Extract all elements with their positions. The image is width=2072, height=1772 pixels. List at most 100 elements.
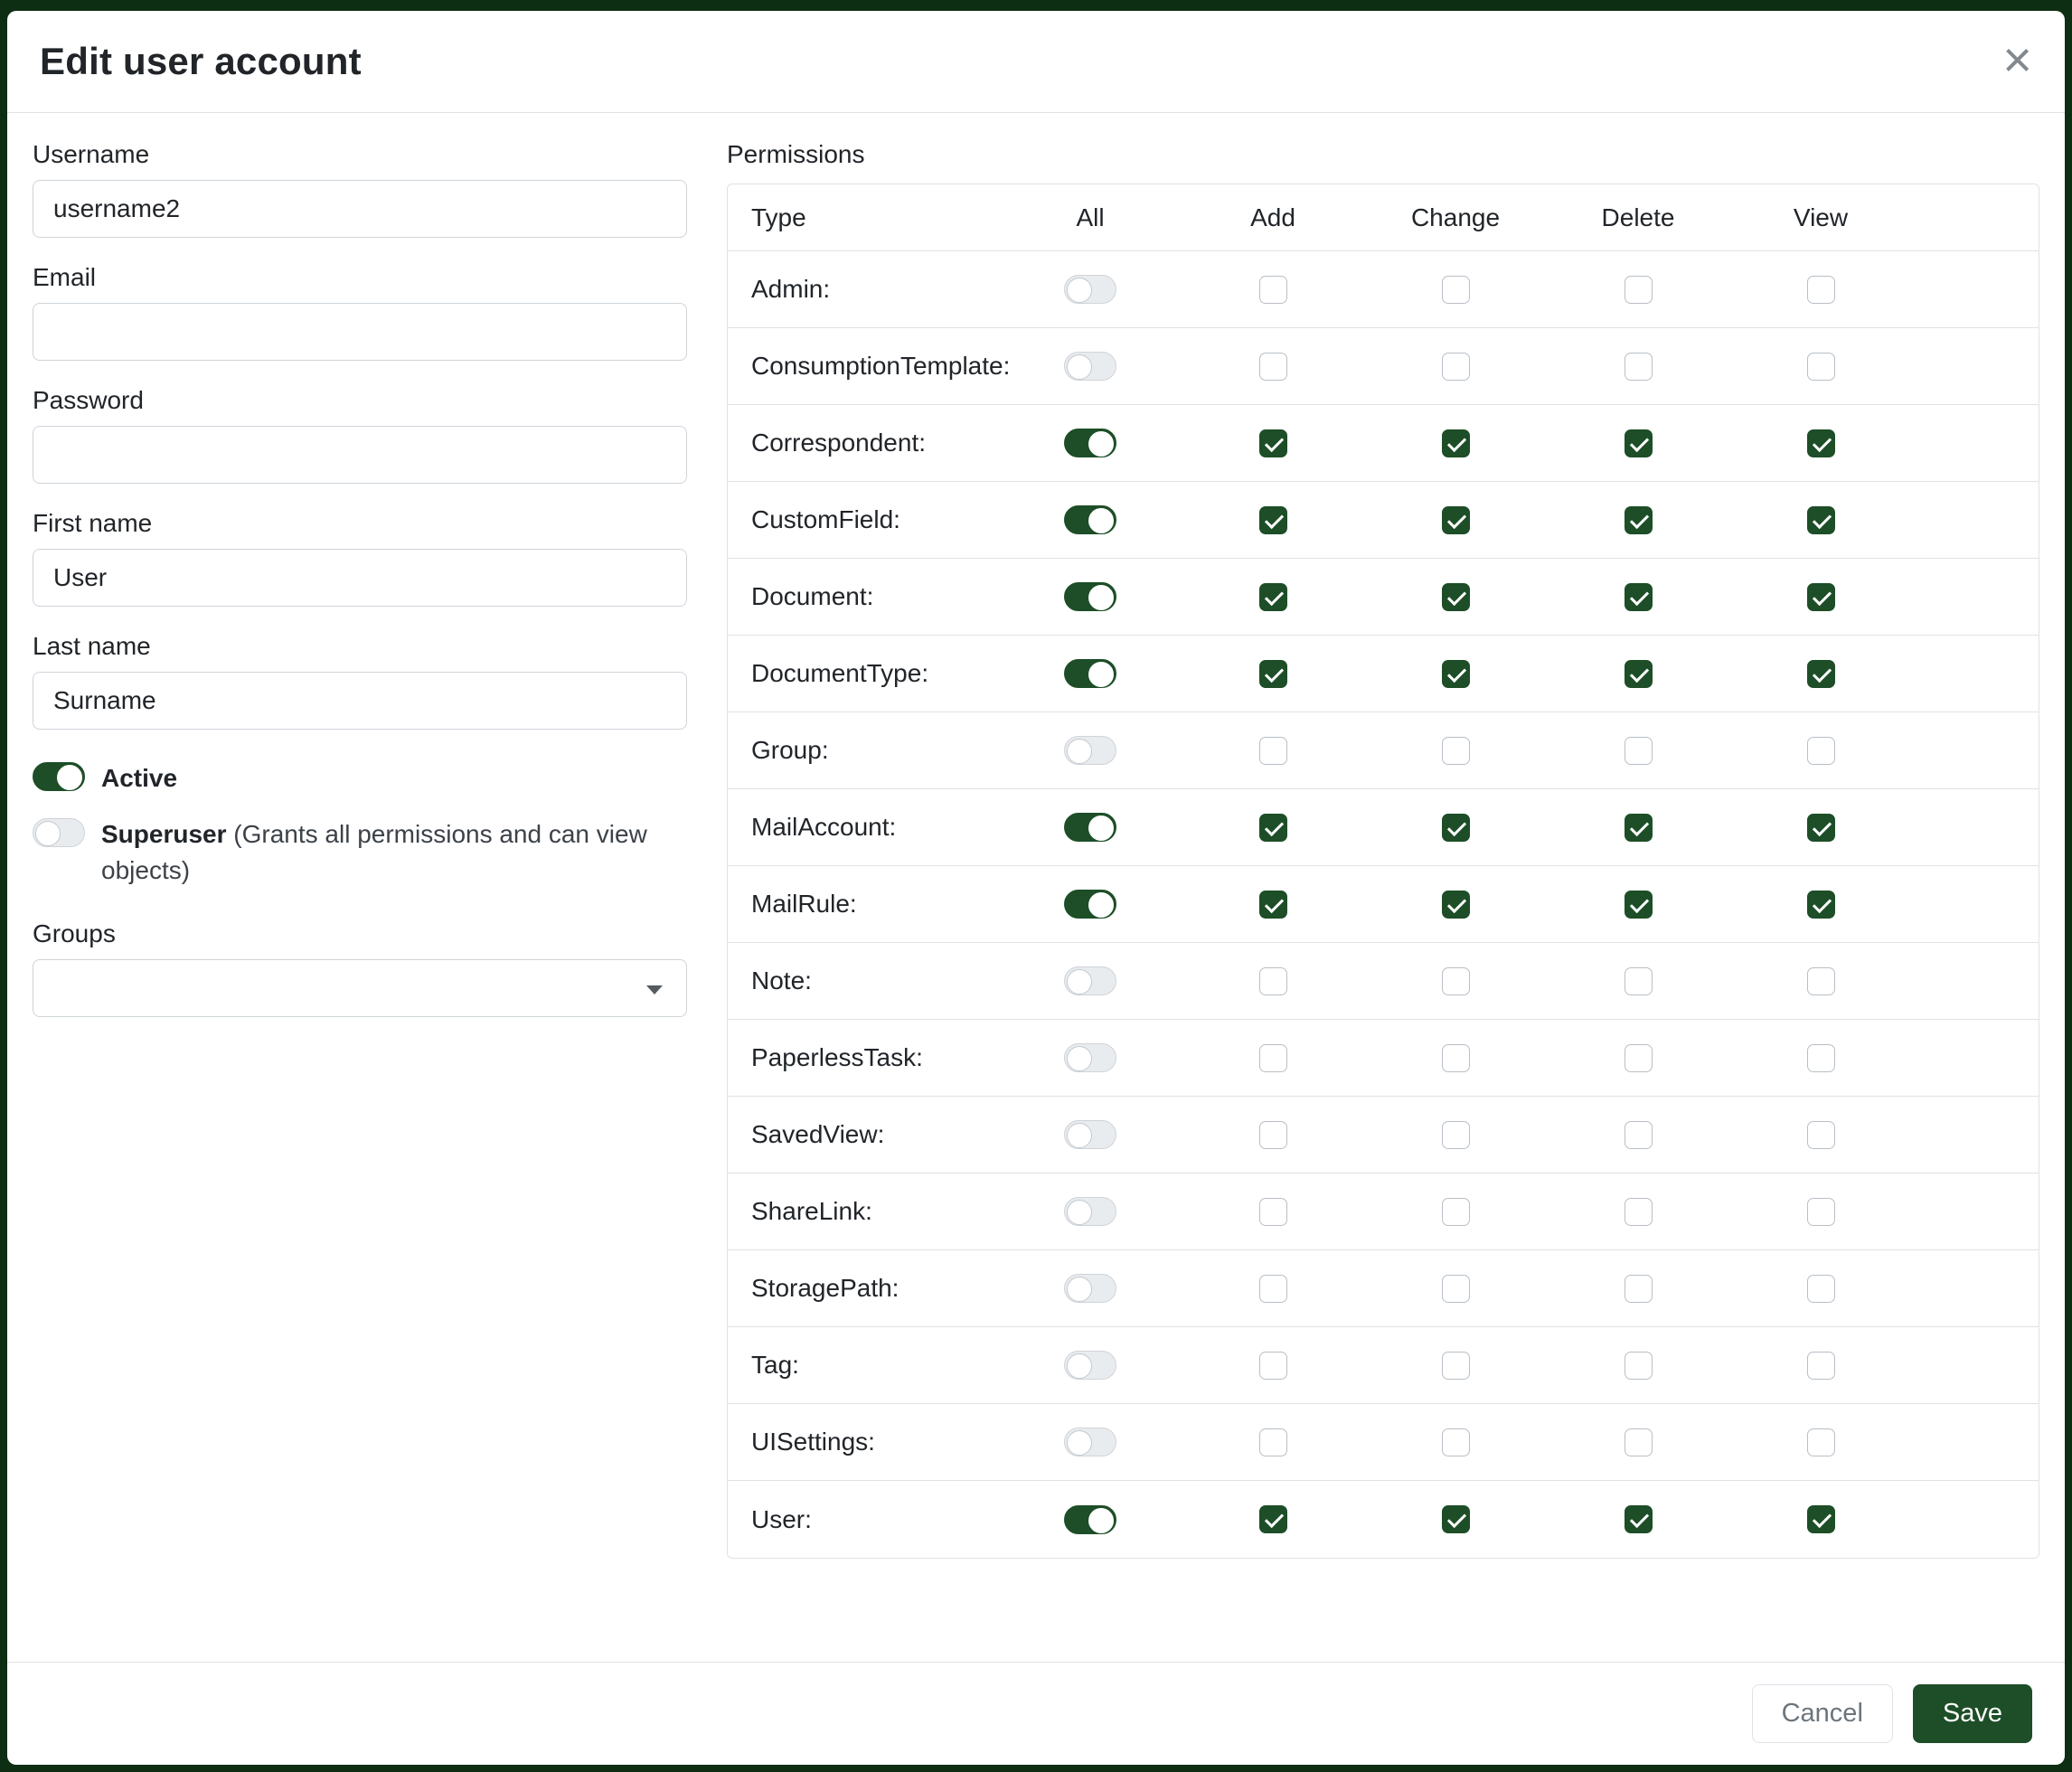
perm-mailrule-view-checkbox[interactable] [1807,891,1835,919]
username-input[interactable] [33,180,687,238]
perm-group-change-checkbox[interactable] [1442,737,1470,765]
perm-paperlesstask-add-checkbox[interactable] [1259,1044,1287,1072]
perm-storagepath-add-checkbox[interactable] [1259,1275,1287,1303]
perm-group-all-toggle[interactable] [1064,736,1116,765]
perm-user-add-checkbox[interactable] [1259,1505,1287,1533]
perm-savedview-add-checkbox[interactable] [1259,1121,1287,1149]
superuser-toggle[interactable] [33,818,85,847]
superuser-label: Superuser (Grants all permissions and ca… [101,816,687,889]
perm-tag-view-checkbox[interactable] [1807,1352,1835,1380]
perm-group-delete-checkbox[interactable] [1625,737,1653,765]
perm-row-document: Document: [728,559,2039,636]
perm-documenttype-change-checkbox[interactable] [1442,660,1470,688]
first-name-field[interactable] [33,549,687,607]
perm-savedview-change-checkbox[interactable] [1442,1121,1470,1149]
perm-customfield-view-checkbox[interactable] [1807,506,1835,534]
perm-mailrule-change-checkbox[interactable] [1442,891,1470,919]
perm-note-change-checkbox[interactable] [1442,967,1470,995]
perm-tag-delete-checkbox[interactable] [1625,1352,1653,1380]
perm-uisettings-change-checkbox[interactable] [1442,1428,1470,1456]
perm-note-view-checkbox[interactable] [1807,967,1835,995]
perm-consumptiontemplate-delete-checkbox[interactable] [1625,353,1653,381]
perm-documenttype-delete-checkbox[interactable] [1625,660,1653,688]
password-field[interactable] [33,426,687,484]
perm-document-change-checkbox[interactable] [1442,583,1470,611]
perm-consumptiontemplate-view-checkbox[interactable] [1807,353,1835,381]
perm-group-view-checkbox[interactable] [1807,737,1835,765]
perm-group-add-checkbox[interactable] [1259,737,1287,765]
perm-user-delete-checkbox[interactable] [1625,1505,1653,1533]
perm-sharelink-delete-checkbox[interactable] [1625,1198,1653,1226]
perm-admin-all-toggle[interactable] [1064,275,1116,304]
perm-type-label-documenttype: DocumentType: [728,659,999,688]
perm-paperlesstask-view-checkbox[interactable] [1807,1044,1835,1072]
perm-customfield-change-checkbox[interactable] [1442,506,1470,534]
perm-user-change-checkbox[interactable] [1442,1505,1470,1533]
perm-note-delete-checkbox[interactable] [1625,967,1653,995]
perm-customfield-all-toggle[interactable] [1064,505,1116,534]
groups-select[interactable] [33,959,687,1017]
last-name-field[interactable] [33,672,687,730]
perm-paperlesstask-change-checkbox[interactable] [1442,1044,1470,1072]
perm-note-all-toggle[interactable] [1064,966,1116,995]
perm-sharelink-view-checkbox[interactable] [1807,1198,1835,1226]
perm-sharelink-change-checkbox[interactable] [1442,1198,1470,1226]
perm-uisettings-view-checkbox[interactable] [1807,1428,1835,1456]
close-icon[interactable]: × [2002,34,2032,85]
perm-documenttype-add-checkbox[interactable] [1259,660,1287,688]
permissions-header-row: TypeAllAddChangeDeleteView [728,184,2039,251]
perm-note-add-checkbox[interactable] [1259,967,1287,995]
perm-document-all-toggle[interactable] [1064,582,1116,611]
perm-consumptiontemplate-all-toggle[interactable] [1064,352,1116,381]
perm-uisettings-add-checkbox[interactable] [1259,1428,1287,1456]
perm-tag-change-checkbox[interactable] [1442,1352,1470,1380]
perm-tag-all-toggle[interactable] [1064,1351,1116,1380]
save-button[interactable]: Save [1913,1684,2032,1743]
perm-storagepath-view-checkbox[interactable] [1807,1275,1835,1303]
perm-mailrule-add-checkbox[interactable] [1259,891,1287,919]
perm-admin-delete-checkbox[interactable] [1625,276,1653,304]
perm-savedview-all-toggle[interactable] [1064,1120,1116,1149]
perm-correspondent-all-toggle[interactable] [1064,429,1116,457]
perm-tag-add-checkbox[interactable] [1259,1352,1287,1380]
perm-admin-change-checkbox[interactable] [1442,276,1470,304]
perm-storagepath-delete-checkbox[interactable] [1625,1275,1653,1303]
perm-mailrule-all-toggle[interactable] [1064,890,1116,919]
perm-user-all-toggle[interactable] [1064,1505,1116,1534]
perm-mailaccount-delete-checkbox[interactable] [1625,814,1653,842]
perm-mailaccount-view-checkbox[interactable] [1807,814,1835,842]
perm-sharelink-all-toggle[interactable] [1064,1197,1116,1226]
perm-documenttype-all-toggle[interactable] [1064,659,1116,688]
perm-admin-add-checkbox[interactable] [1259,276,1287,304]
perm-paperlesstask-all-toggle[interactable] [1064,1043,1116,1072]
active-toggle[interactable] [33,762,85,791]
perm-mailaccount-change-checkbox[interactable] [1442,814,1470,842]
perm-correspondent-add-checkbox[interactable] [1259,429,1287,457]
perm-consumptiontemplate-change-checkbox[interactable] [1442,353,1470,381]
perm-mailaccount-all-toggle[interactable] [1064,813,1116,842]
perm-user-view-checkbox[interactable] [1807,1505,1835,1533]
perm-documenttype-view-checkbox[interactable] [1807,660,1835,688]
perm-storagepath-change-checkbox[interactable] [1442,1275,1470,1303]
perm-document-add-checkbox[interactable] [1259,583,1287,611]
perm-consumptiontemplate-add-checkbox[interactable] [1259,353,1287,381]
perm-customfield-delete-checkbox[interactable] [1625,506,1653,534]
perm-document-delete-checkbox[interactable] [1625,583,1653,611]
perm-sharelink-add-checkbox[interactable] [1259,1198,1287,1226]
perm-mailaccount-add-checkbox[interactable] [1259,814,1287,842]
perm-storagepath-all-toggle[interactable] [1064,1274,1116,1303]
email-field[interactable] [33,303,687,361]
perm-uisettings-all-toggle[interactable] [1064,1428,1116,1456]
perm-mailrule-delete-checkbox[interactable] [1625,891,1653,919]
perm-paperlesstask-delete-checkbox[interactable] [1625,1044,1653,1072]
perm-correspondent-change-checkbox[interactable] [1442,429,1470,457]
perm-document-view-checkbox[interactable] [1807,583,1835,611]
perm-correspondent-view-checkbox[interactable] [1807,429,1835,457]
perm-admin-view-checkbox[interactable] [1807,276,1835,304]
perm-uisettings-delete-checkbox[interactable] [1625,1428,1653,1456]
perm-correspondent-delete-checkbox[interactable] [1625,429,1653,457]
perm-savedview-delete-checkbox[interactable] [1625,1121,1653,1149]
perm-savedview-view-checkbox[interactable] [1807,1121,1835,1149]
cancel-button[interactable]: Cancel [1752,1684,1893,1743]
perm-customfield-add-checkbox[interactable] [1259,506,1287,534]
